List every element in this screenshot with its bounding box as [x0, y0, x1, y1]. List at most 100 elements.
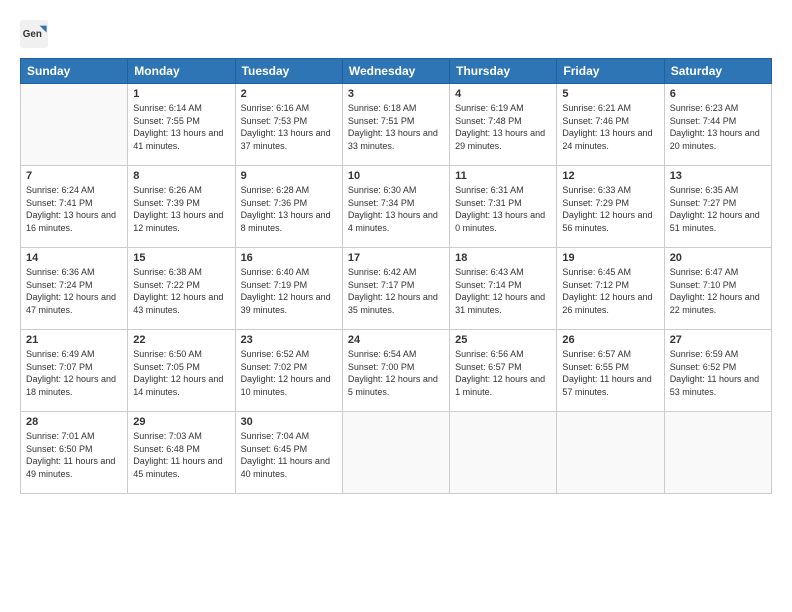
day-number: 26: [562, 334, 658, 346]
calendar-cell: 11 Sunrise: 6:31 AM Sunset: 7:31 PM Dayl…: [450, 166, 557, 248]
calendar-cell: 26 Sunrise: 6:57 AM Sunset: 6:55 PM Dayl…: [557, 330, 664, 412]
day-info: Sunrise: 7:01 AM Sunset: 6:50 PM Dayligh…: [26, 430, 122, 480]
calendar-cell: [450, 412, 557, 494]
daylight-label: Daylight: 12 hours and 47 minutes.: [26, 292, 116, 315]
day-info: Sunrise: 6:56 AM Sunset: 6:57 PM Dayligh…: [455, 348, 551, 398]
sunset-label: Sunset: 6:55 PM: [562, 362, 629, 372]
day-number: 14: [26, 252, 122, 264]
day-number: 1: [133, 88, 229, 100]
day-info: Sunrise: 6:42 AM Sunset: 7:17 PM Dayligh…: [348, 266, 444, 316]
calendar-cell: 1 Sunrise: 6:14 AM Sunset: 7:55 PM Dayli…: [128, 84, 235, 166]
daylight-label: Daylight: 13 hours and 37 minutes.: [241, 128, 331, 151]
day-info: Sunrise: 6:38 AM Sunset: 7:22 PM Dayligh…: [133, 266, 229, 316]
day-info: Sunrise: 6:45 AM Sunset: 7:12 PM Dayligh…: [562, 266, 658, 316]
day-number: 24: [348, 334, 444, 346]
day-info: Sunrise: 6:18 AM Sunset: 7:51 PM Dayligh…: [348, 102, 444, 152]
daylight-label: Daylight: 12 hours and 14 minutes.: [133, 374, 223, 397]
day-number: 22: [133, 334, 229, 346]
daylight-label: Daylight: 11 hours and 53 minutes.: [670, 374, 759, 397]
daylight-label: Daylight: 13 hours and 8 minutes.: [241, 210, 331, 233]
daylight-label: Daylight: 13 hours and 29 minutes.: [455, 128, 545, 151]
day-number: 2: [241, 88, 337, 100]
daylight-label: Daylight: 11 hours and 45 minutes.: [133, 456, 222, 479]
sunset-label: Sunset: 7:44 PM: [670, 116, 737, 126]
day-number: 4: [455, 88, 551, 100]
sunset-label: Sunset: 6:57 PM: [455, 362, 522, 372]
day-info: Sunrise: 6:57 AM Sunset: 6:55 PM Dayligh…: [562, 348, 658, 398]
weekday-header-row: SundayMondayTuesdayWednesdayThursdayFrid…: [21, 59, 772, 84]
day-number: 19: [562, 252, 658, 264]
day-info: Sunrise: 6:23 AM Sunset: 7:44 PM Dayligh…: [670, 102, 766, 152]
calendar-table: SundayMondayTuesdayWednesdayThursdayFrid…: [20, 58, 772, 494]
day-number: 7: [26, 170, 122, 182]
day-info: Sunrise: 6:47 AM Sunset: 7:10 PM Dayligh…: [670, 266, 766, 316]
daylight-label: Daylight: 12 hours and 39 minutes.: [241, 292, 331, 315]
daylight-label: Daylight: 12 hours and 10 minutes.: [241, 374, 331, 397]
calendar-cell: 6 Sunrise: 6:23 AM Sunset: 7:44 PM Dayli…: [664, 84, 771, 166]
day-info: Sunrise: 6:14 AM Sunset: 7:55 PM Dayligh…: [133, 102, 229, 152]
daylight-label: Daylight: 13 hours and 4 minutes.: [348, 210, 438, 233]
sunrise-label: Sunrise: 6:59 AM: [670, 349, 739, 359]
sunrise-label: Sunrise: 6:30 AM: [348, 185, 417, 195]
sunrise-label: Sunrise: 6:52 AM: [241, 349, 310, 359]
calendar-cell: 21 Sunrise: 6:49 AM Sunset: 7:07 PM Dayl…: [21, 330, 128, 412]
day-info: Sunrise: 6:35 AM Sunset: 7:27 PM Dayligh…: [670, 184, 766, 234]
sunset-label: Sunset: 7:55 PM: [133, 116, 200, 126]
calendar-cell: [342, 412, 449, 494]
day-number: 21: [26, 334, 122, 346]
day-number: 11: [455, 170, 551, 182]
day-info: Sunrise: 6:43 AM Sunset: 7:14 PM Dayligh…: [455, 266, 551, 316]
daylight-label: Daylight: 13 hours and 0 minutes.: [455, 210, 545, 233]
calendar-cell: 8 Sunrise: 6:26 AM Sunset: 7:39 PM Dayli…: [128, 166, 235, 248]
sunset-label: Sunset: 7:51 PM: [348, 116, 415, 126]
sunset-label: Sunset: 7:10 PM: [670, 280, 737, 290]
sunset-label: Sunset: 7:00 PM: [348, 362, 415, 372]
sunrise-label: Sunrise: 6:26 AM: [133, 185, 202, 195]
sunrise-label: Sunrise: 6:28 AM: [241, 185, 310, 195]
day-number: 6: [670, 88, 766, 100]
sunset-label: Sunset: 7:41 PM: [26, 198, 93, 208]
day-info: Sunrise: 6:49 AM Sunset: 7:07 PM Dayligh…: [26, 348, 122, 398]
sunrise-label: Sunrise: 6:49 AM: [26, 349, 95, 359]
day-info: Sunrise: 6:26 AM Sunset: 7:39 PM Dayligh…: [133, 184, 229, 234]
calendar-cell: 18 Sunrise: 6:43 AM Sunset: 7:14 PM Dayl…: [450, 248, 557, 330]
day-number: 8: [133, 170, 229, 182]
daylight-label: Daylight: 13 hours and 20 minutes.: [670, 128, 760, 151]
calendar-cell: 4 Sunrise: 6:19 AM Sunset: 7:48 PM Dayli…: [450, 84, 557, 166]
weekday-header: Thursday: [450, 59, 557, 84]
sunset-label: Sunset: 7:27 PM: [670, 198, 737, 208]
sunrise-label: Sunrise: 6:31 AM: [455, 185, 524, 195]
daylight-label: Daylight: 13 hours and 12 minutes.: [133, 210, 223, 233]
day-info: Sunrise: 6:33 AM Sunset: 7:29 PM Dayligh…: [562, 184, 658, 234]
sunrise-label: Sunrise: 6:54 AM: [348, 349, 417, 359]
sunset-label: Sunset: 7:24 PM: [26, 280, 93, 290]
day-number: 29: [133, 416, 229, 428]
sunset-label: Sunset: 7:46 PM: [562, 116, 629, 126]
daylight-label: Daylight: 13 hours and 16 minutes.: [26, 210, 116, 233]
sunset-label: Sunset: 7:05 PM: [133, 362, 200, 372]
sunset-label: Sunset: 7:31 PM: [455, 198, 522, 208]
calendar-row: 14 Sunrise: 6:36 AM Sunset: 7:24 PM Dayl…: [21, 248, 772, 330]
daylight-label: Daylight: 12 hours and 43 minutes.: [133, 292, 223, 315]
calendar-cell: 3 Sunrise: 6:18 AM Sunset: 7:51 PM Dayli…: [342, 84, 449, 166]
day-info: Sunrise: 6:31 AM Sunset: 7:31 PM Dayligh…: [455, 184, 551, 234]
daylight-label: Daylight: 11 hours and 40 minutes.: [241, 456, 330, 479]
calendar-cell: 14 Sunrise: 6:36 AM Sunset: 7:24 PM Dayl…: [21, 248, 128, 330]
calendar-cell: [557, 412, 664, 494]
calendar-cell: 24 Sunrise: 6:54 AM Sunset: 7:00 PM Dayl…: [342, 330, 449, 412]
sunset-label: Sunset: 7:29 PM: [562, 198, 629, 208]
sunset-label: Sunset: 7:07 PM: [26, 362, 93, 372]
daylight-label: Daylight: 12 hours and 22 minutes.: [670, 292, 760, 315]
weekday-header: Saturday: [664, 59, 771, 84]
calendar-cell: 17 Sunrise: 6:42 AM Sunset: 7:17 PM Dayl…: [342, 248, 449, 330]
sunrise-label: Sunrise: 6:45 AM: [562, 267, 631, 277]
day-number: 3: [348, 88, 444, 100]
sunrise-label: Sunrise: 6:42 AM: [348, 267, 417, 277]
calendar-cell: 13 Sunrise: 6:35 AM Sunset: 7:27 PM Dayl…: [664, 166, 771, 248]
calendar-cell: 2 Sunrise: 6:16 AM Sunset: 7:53 PM Dayli…: [235, 84, 342, 166]
day-info: Sunrise: 6:40 AM Sunset: 7:19 PM Dayligh…: [241, 266, 337, 316]
sunrise-label: Sunrise: 6:40 AM: [241, 267, 310, 277]
sunset-label: Sunset: 7:12 PM: [562, 280, 629, 290]
day-number: 25: [455, 334, 551, 346]
daylight-label: Daylight: 12 hours and 35 minutes.: [348, 292, 438, 315]
